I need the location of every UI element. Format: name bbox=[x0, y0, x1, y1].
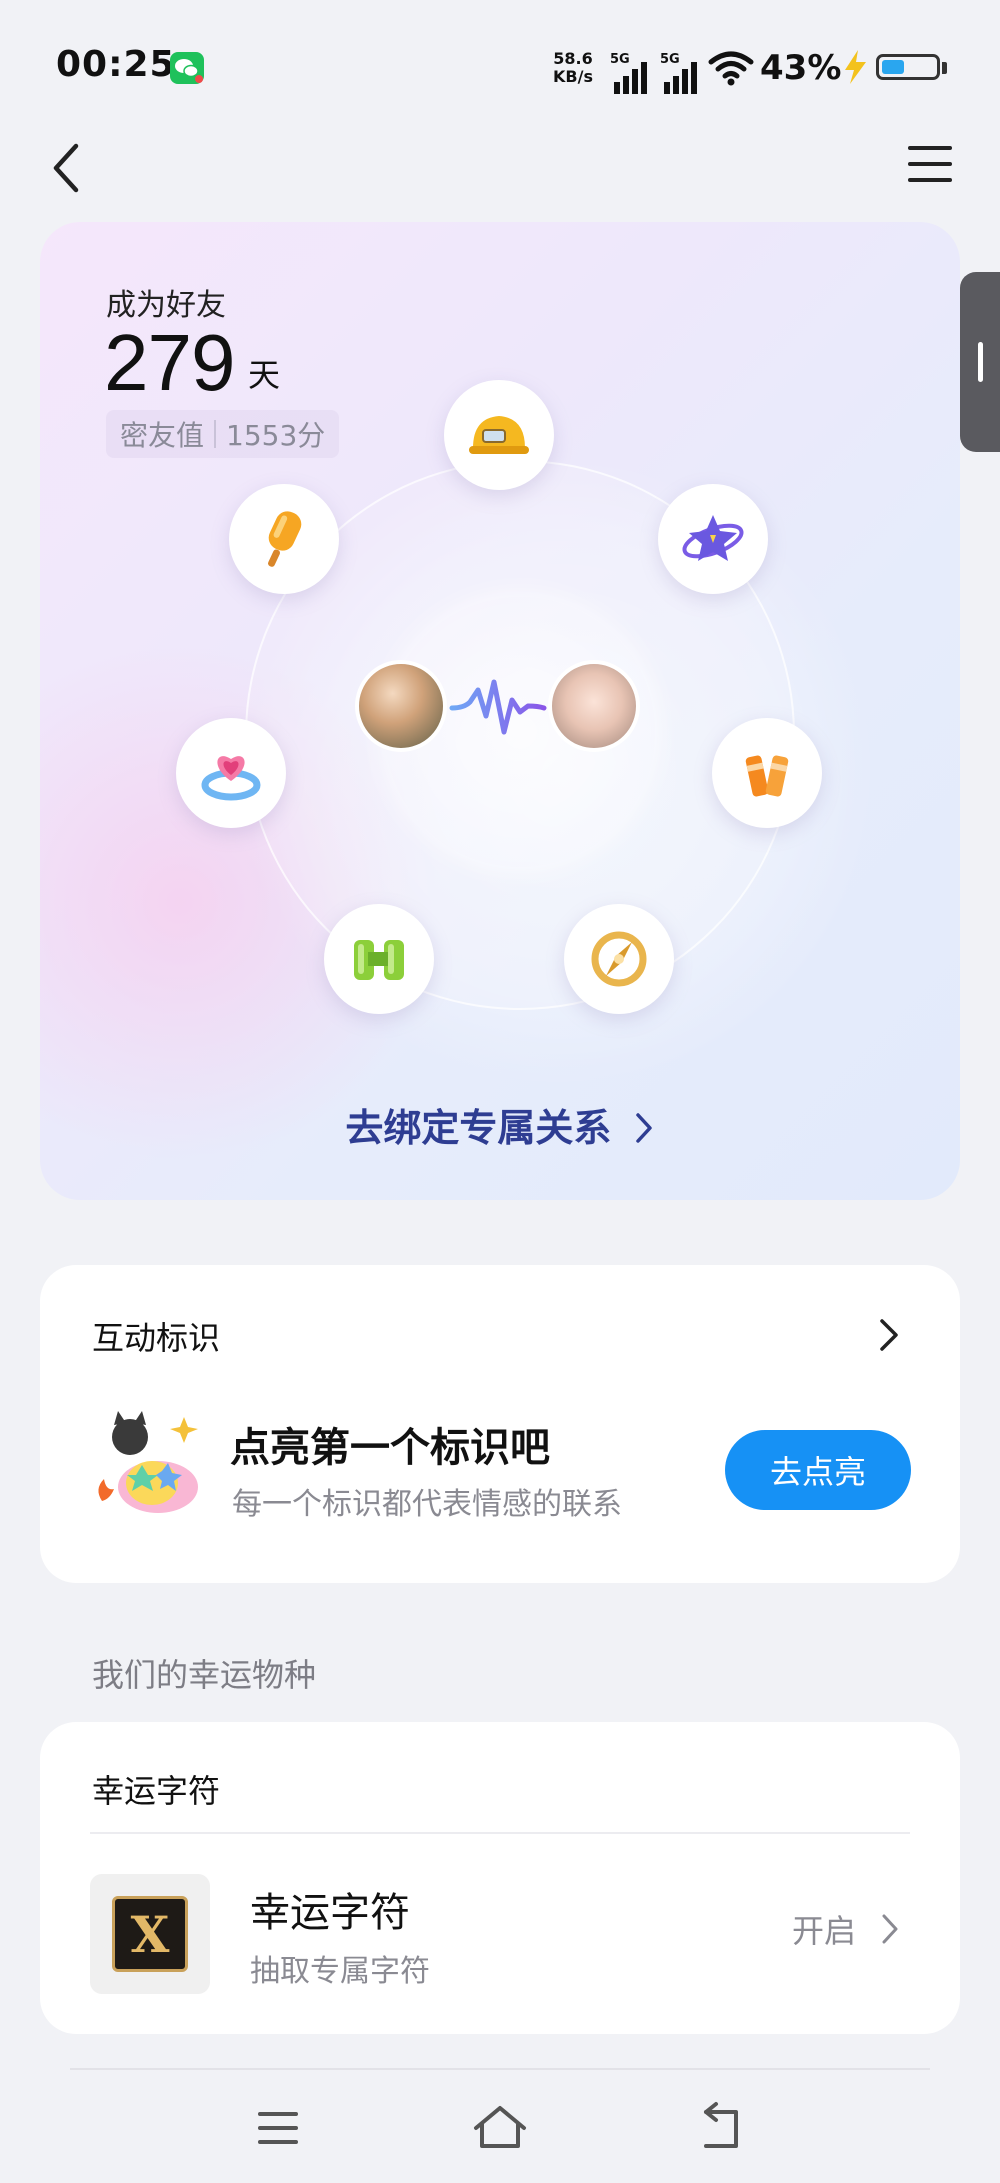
lucky-character-row[interactable]: X 幸运字符 抽取专属字符 开启 bbox=[40, 1834, 960, 2034]
intimacy-divider bbox=[214, 420, 217, 448]
lucky-character-letter: X bbox=[130, 1905, 170, 1964]
network-speed: 58.6 KB/s bbox=[553, 50, 593, 86]
bind-relationship-link[interactable]: 去绑定专属关系 bbox=[40, 1097, 960, 1152]
light-up-button[interactable]: 去点亮 bbox=[725, 1430, 911, 1510]
intimacy-badge[interactable]: 密友值 1553分 bbox=[106, 410, 340, 458]
intimacy-label: 密友值 bbox=[120, 419, 205, 452]
status-time: 00:25 bbox=[56, 44, 176, 85]
intimacy-value: 1553分 bbox=[226, 419, 326, 452]
battery-tip bbox=[942, 62, 947, 74]
lucky-open-label: 开启 bbox=[792, 1912, 857, 1950]
chevron-right-icon bbox=[882, 1914, 898, 1944]
back-nav-icon[interactable] bbox=[692, 2100, 752, 2156]
crayons-icon[interactable] bbox=[712, 718, 822, 828]
menu-icon[interactable] bbox=[906, 142, 954, 186]
bottom-separator bbox=[70, 2068, 930, 2070]
bind-relationship-label: 去绑定专属关系 bbox=[345, 1106, 612, 1150]
lucky-item-title: 幸运字符 bbox=[250, 1890, 410, 1936]
interaction-headline: 点亮第一个标识吧 bbox=[230, 1425, 550, 1471]
friend-avatar-2[interactable] bbox=[548, 660, 640, 752]
friend-avatar-1[interactable] bbox=[355, 660, 447, 752]
battery-icon bbox=[876, 54, 940, 80]
network-speed-value: 58.6 bbox=[553, 49, 593, 68]
chevron-right-icon bbox=[635, 1113, 652, 1143]
helmet-icon[interactable] bbox=[444, 380, 554, 490]
network-speed-unit: KB/s bbox=[553, 67, 593, 86]
lucky-card-title: 幸运字符 bbox=[92, 1772, 221, 1810]
lucky-section-label: 我们的幸运物种 bbox=[92, 1656, 317, 1694]
friend-days-unit: 天 bbox=[248, 356, 281, 394]
battery-level bbox=[882, 60, 904, 74]
friend-days: 279 bbox=[104, 318, 235, 407]
recent-apps-icon[interactable] bbox=[248, 2100, 308, 2156]
compass-icon[interactable] bbox=[564, 904, 674, 1014]
interaction-title: 互动标识 bbox=[92, 1319, 221, 1357]
popsicle-icon[interactable] bbox=[229, 484, 339, 594]
charging-bolt-icon bbox=[842, 50, 868, 88]
heartbeat-wave-icon bbox=[449, 679, 547, 735]
binoculars-icon[interactable] bbox=[324, 904, 434, 1014]
side-drawer-handle[interactable] bbox=[960, 272, 1000, 452]
lucky-item-subtitle: 抽取专属字符 bbox=[250, 1954, 430, 1989]
wechat-icon bbox=[170, 52, 204, 84]
signal-bars-icon bbox=[614, 62, 647, 94]
lucky-character-card: 幸运字符 X 幸运字符 抽取专属字符 开启 bbox=[40, 1722, 960, 2034]
lucky-character-x-icon: X bbox=[112, 1896, 188, 1972]
home-icon[interactable] bbox=[470, 2100, 530, 2156]
cat-mascot-icon bbox=[90, 1405, 206, 1521]
battery-percent: 43% bbox=[760, 48, 842, 88]
chevron-right-icon[interactable] bbox=[878, 1317, 900, 1353]
wifi-icon bbox=[708, 48, 754, 92]
back-chevron-icon[interactable] bbox=[48, 140, 88, 196]
lucky-character-thumbnail: X bbox=[90, 1874, 210, 1994]
star-planet-icon[interactable] bbox=[658, 484, 768, 594]
friendship-card: 成为好友 279 天 密友值 1553分 去绑定专属关系 bbox=[40, 222, 960, 1200]
heart-ring-icon[interactable] bbox=[176, 718, 286, 828]
signal-bars-icon bbox=[664, 62, 697, 94]
interaction-subtitle: 每一个标识都代表情感的联系 bbox=[232, 1487, 622, 1522]
interaction-badges-card: 互动标识 点亮第一个标识吧 每一个标识都代表情感的联系 去点亮 bbox=[40, 1265, 960, 1583]
